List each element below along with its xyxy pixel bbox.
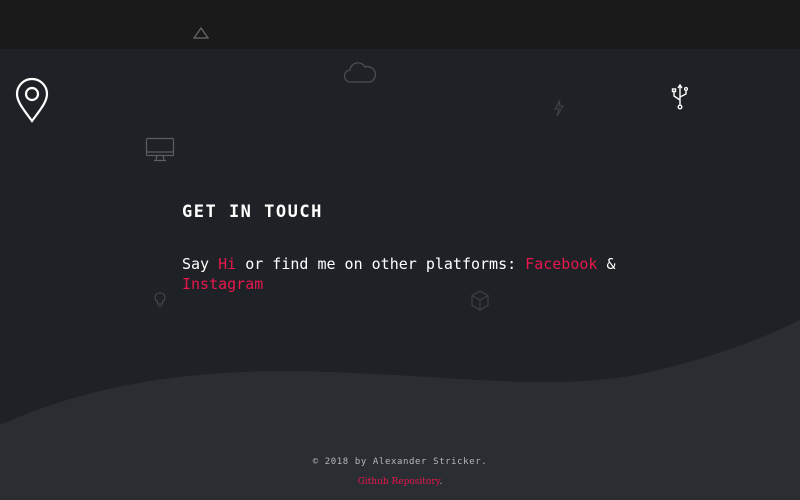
contact-intro: Say Hi or find me on other platforms: Fa… (182, 254, 642, 294)
location-pin-icon (15, 77, 49, 123)
monitor-icon (145, 137, 175, 162)
footer-copyright: © 2018 by Alexander Stricker. (312, 457, 488, 467)
instagram-link[interactable]: Instagram (182, 275, 263, 293)
footer-repo: Github Repository. (0, 477, 800, 487)
triangle-icon (193, 27, 209, 39)
footer-repo-suffix: . (439, 477, 443, 487)
usb-icon (671, 84, 689, 110)
page-title: GET IN TOUCH (182, 202, 323, 222)
footer-wave (0, 320, 800, 500)
facebook-link[interactable]: Facebook (525, 255, 597, 273)
lightbulb-icon (154, 292, 166, 307)
cloud-icon (343, 62, 377, 83)
say-hi-link[interactable]: Hi (218, 255, 236, 273)
intro-separator: & (597, 255, 616, 273)
intro-middle: or find me on other platforms: (236, 255, 526, 273)
github-repository-link[interactable]: Github Repository (358, 477, 440, 487)
intro-prefix: Say (182, 255, 219, 273)
lightning-icon (553, 99, 565, 117)
